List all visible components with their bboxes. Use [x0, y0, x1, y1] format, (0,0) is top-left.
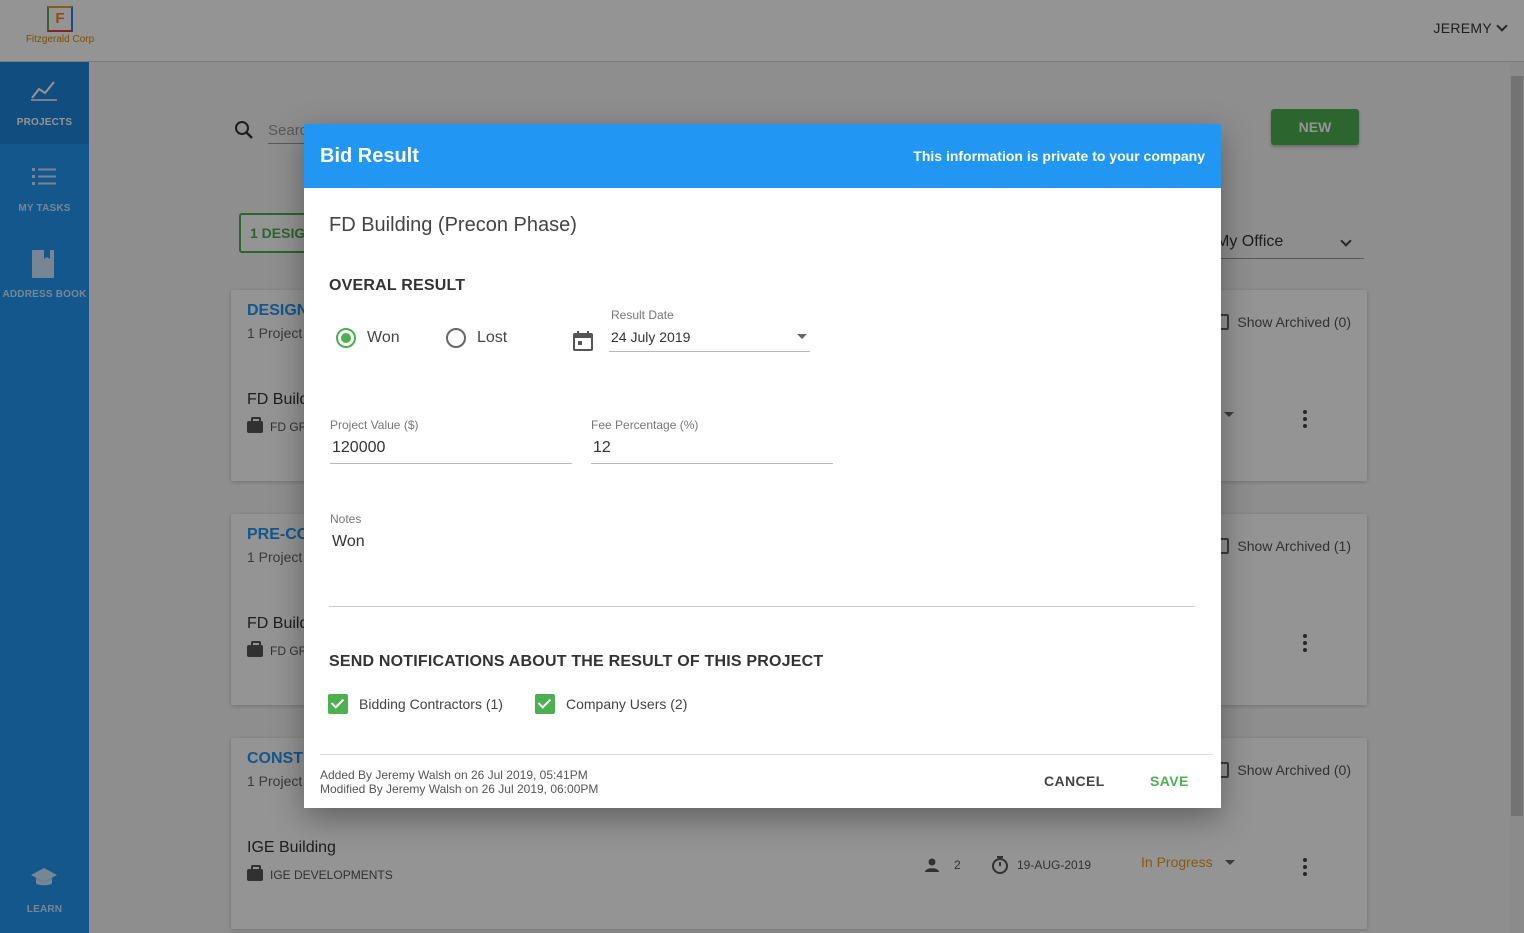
radio-won[interactable]: Won	[336, 328, 400, 348]
dialog-header: Bid Result This information is private t…	[304, 124, 1221, 188]
notifications-heading: SEND NOTIFICATIONS ABOUT THE RESULT OF T…	[329, 653, 824, 670]
radio-won-label: Won	[367, 329, 400, 346]
dialog-title: Bid Result	[320, 145, 419, 167]
notify-bidding-contractors-label: Bidding Contractors (1)	[359, 696, 503, 712]
notify-bidding-contractors[interactable]: Bidding Contractors (1)	[328, 694, 503, 714]
radio-lost-label: Lost	[477, 329, 508, 346]
fee-percentage-input[interactable]: 12	[591, 439, 833, 464]
project-value-input[interactable]: 120000	[330, 439, 572, 464]
save-button[interactable]: SAVE	[1150, 773, 1189, 789]
project-heading: FD Building (Precon Phase)	[329, 214, 577, 236]
checkbox-checked[interactable]	[328, 694, 348, 714]
notify-company-users[interactable]: Company Users (2)	[535, 694, 687, 714]
bid-result-dialog: Bid Result This information is private t…	[304, 124, 1221, 808]
radio-lost[interactable]: Lost	[446, 328, 507, 348]
modified-by: Modified By Jeremy Walsh on 26 Jul 2019,…	[320, 782, 599, 796]
checkbox-checked[interactable]	[535, 694, 555, 714]
project-value-label: Project Value ($)	[330, 418, 419, 432]
notify-company-users-label: Company Users (2)	[566, 696, 688, 712]
notes-textarea[interactable]: Won	[332, 533, 365, 551]
overall-result-heading: OVERAL RESULT	[329, 277, 466, 294]
cancel-button[interactable]: CANCEL	[1044, 773, 1105, 789]
footer-divider	[320, 754, 1213, 755]
result-date-label: Result Date	[611, 308, 674, 322]
private-note: This information is private to your comp…	[913, 148, 1205, 164]
date-dropdown-caret-icon[interactable]	[797, 334, 807, 339]
result-date-field[interactable]: 24 July 2019	[609, 329, 810, 352]
added-by: Added By Jeremy Walsh on 26 Jul 2019, 05…	[320, 768, 588, 782]
radio-button-checked[interactable]	[336, 328, 356, 348]
fee-percentage-label: Fee Percentage (%)	[591, 418, 699, 432]
notes-underline	[329, 606, 1195, 607]
notes-label: Notes	[330, 512, 362, 526]
radio-button-unchecked[interactable]	[446, 328, 466, 348]
calendar-icon[interactable]	[573, 331, 593, 351]
